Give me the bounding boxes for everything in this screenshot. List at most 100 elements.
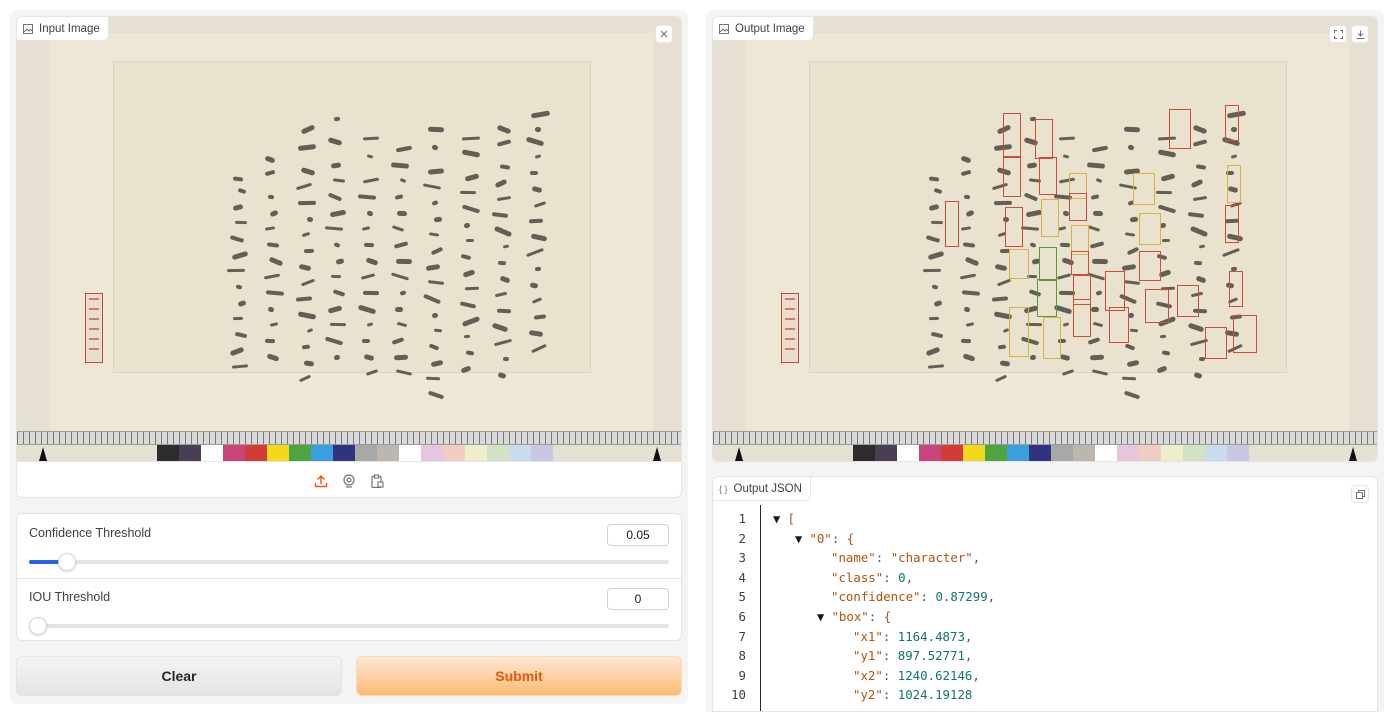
calligraphy-stroke: [303, 248, 315, 254]
ruler: [17, 431, 681, 445]
json-line: "y1": 897.52771,: [853, 648, 973, 664]
close-icon[interactable]: ✕: [655, 25, 673, 43]
calligraphy-stroke: [395, 258, 413, 265]
submit-button[interactable]: Submit: [356, 656, 682, 696]
calligraphy-stroke: [922, 268, 942, 273]
detection-box: [1039, 157, 1057, 195]
json-key: "name": [831, 550, 876, 566]
output-image-block: Output Image: [712, 16, 1378, 462]
json-number: 0.87299: [935, 589, 988, 605]
detection-box: [1233, 315, 1257, 353]
json-line: "confidence": 0.87299,: [831, 589, 996, 605]
clipboard-icon[interactable]: [368, 472, 386, 490]
calligraphy-stroke: [396, 210, 408, 217]
detection-box: [1039, 247, 1057, 281]
calligraphy-stroke: [465, 238, 475, 243]
calligraphy-stroke: [1129, 328, 1139, 333]
output-json-label: { } Output JSON: [713, 477, 811, 501]
detection-box: [1009, 249, 1029, 279]
calligraphy-stroke: [528, 218, 544, 224]
download-icon[interactable]: [1351, 25, 1369, 43]
calligraphy-stroke: [362, 290, 380, 296]
calligraphy-stroke: [330, 274, 342, 279]
json-key: "class": [831, 569, 884, 585]
confidence-slider[interactable]: [29, 553, 669, 571]
calligraphy-stroke: [1155, 190, 1173, 195]
json-number: 1240.62146: [897, 667, 973, 683]
confidence-input[interactable]: 0.05: [607, 524, 669, 546]
json-number: 0: [898, 569, 906, 585]
confidence-label: Confidence Threshold: [29, 526, 152, 540]
line-number: 1: [738, 511, 746, 526]
ruler: [713, 431, 1377, 445]
json-key: "confidence": [831, 589, 921, 605]
collapse-caret-icon[interactable]: ▼: [817, 610, 831, 624]
json-string: "character": [890, 550, 973, 566]
calligraphy-stroke: [463, 334, 471, 339]
detection-box: [1071, 251, 1089, 275]
detection-box: [1043, 317, 1061, 359]
threshold-controls: Confidence Threshold 0.05 IOU Threshold …: [16, 513, 682, 641]
json-key: "y1": [853, 648, 883, 664]
calligraphy-stroke: [930, 220, 944, 225]
detection-box: [1109, 307, 1129, 343]
clear-button[interactable]: Clear: [16, 656, 342, 696]
confidence-slider-thumb[interactable]: [58, 553, 77, 571]
seal-stamp: [781, 293, 799, 363]
detection-box: [945, 201, 959, 247]
line-number: 5: [738, 589, 746, 605]
calligraphy-stroke: [363, 242, 375, 248]
calligraphy-stroke: [534, 126, 542, 133]
output-document-image: [713, 17, 1377, 461]
detection-box: [1225, 205, 1239, 243]
collapse-caret-icon[interactable]: ▼: [773, 512, 787, 526]
calligraphy-stroke: [1092, 210, 1104, 217]
calligraphy-stroke: [264, 338, 276, 344]
line-number: 4: [738, 569, 746, 585]
calligraphy-stroke: [329, 322, 347, 327]
detection-box: [1177, 285, 1199, 317]
json-line: ▼ "0": {: [795, 530, 855, 546]
iou-slider[interactable]: [29, 617, 669, 635]
detection-box: [1003, 113, 1021, 157]
collapse-caret-icon[interactable]: ▼: [795, 532, 809, 546]
calligraphy-stroke: [534, 266, 542, 272]
webcam-icon[interactable]: [340, 472, 358, 490]
image-icon: [719, 23, 729, 34]
calligraphy-stroke: [502, 356, 510, 362]
calligraphy-stroke: [267, 194, 275, 200]
calligraphy-stroke: [1091, 258, 1109, 265]
detection-box: [1139, 251, 1161, 281]
calligraphy-stroke: [394, 306, 404, 313]
json-line: ▼ "box": {: [817, 609, 892, 624]
calligraphy-stroke: [459, 190, 477, 195]
calligraphy-stroke: [1059, 242, 1071, 248]
json-number: 1164.4873: [897, 628, 965, 644]
input-image-block[interactable]: Input Image ✕: [16, 16, 682, 498]
fullscreen-icon[interactable]: [1329, 25, 1347, 43]
detection-box: [1169, 109, 1191, 149]
json-line: "x2": 1240.62146,: [853, 667, 980, 683]
detection-box: [1205, 327, 1227, 359]
iou-slider-thumb[interactable]: [29, 617, 47, 635]
image-icon: [23, 23, 33, 34]
calligraphy-stroke: [1159, 334, 1167, 339]
line-number: 10: [731, 687, 746, 703]
detection-box: [1105, 271, 1125, 311]
calligraphy-stroke: [529, 170, 539, 176]
calligraphy-stroke: [993, 200, 1013, 206]
calligraphy-stroke: [1193, 260, 1203, 266]
upload-icon[interactable]: [312, 472, 330, 490]
output-image-title: Output Image: [735, 22, 805, 35]
detection-box: [1069, 193, 1087, 221]
line-gutter: 1 2 3 4 5 6 7 8 9 10: [713, 505, 761, 711]
json-line: "y2": 1024.19128: [853, 687, 973, 703]
detection-box: [1009, 307, 1029, 357]
json-key: "y2": [853, 687, 883, 703]
json-key: "0": [809, 530, 832, 546]
copy-icon[interactable]: [1351, 485, 1369, 503]
json-viewer[interactable]: 1 2 3 4 5 6 7 8 9 10 ▼ [▼ "0": {"name": "characte…: [713, 505, 1377, 711]
calligraphy-stroke: [297, 200, 317, 206]
iou-input[interactable]: 0: [607, 588, 669, 610]
json-key: "x1": [853, 628, 883, 644]
